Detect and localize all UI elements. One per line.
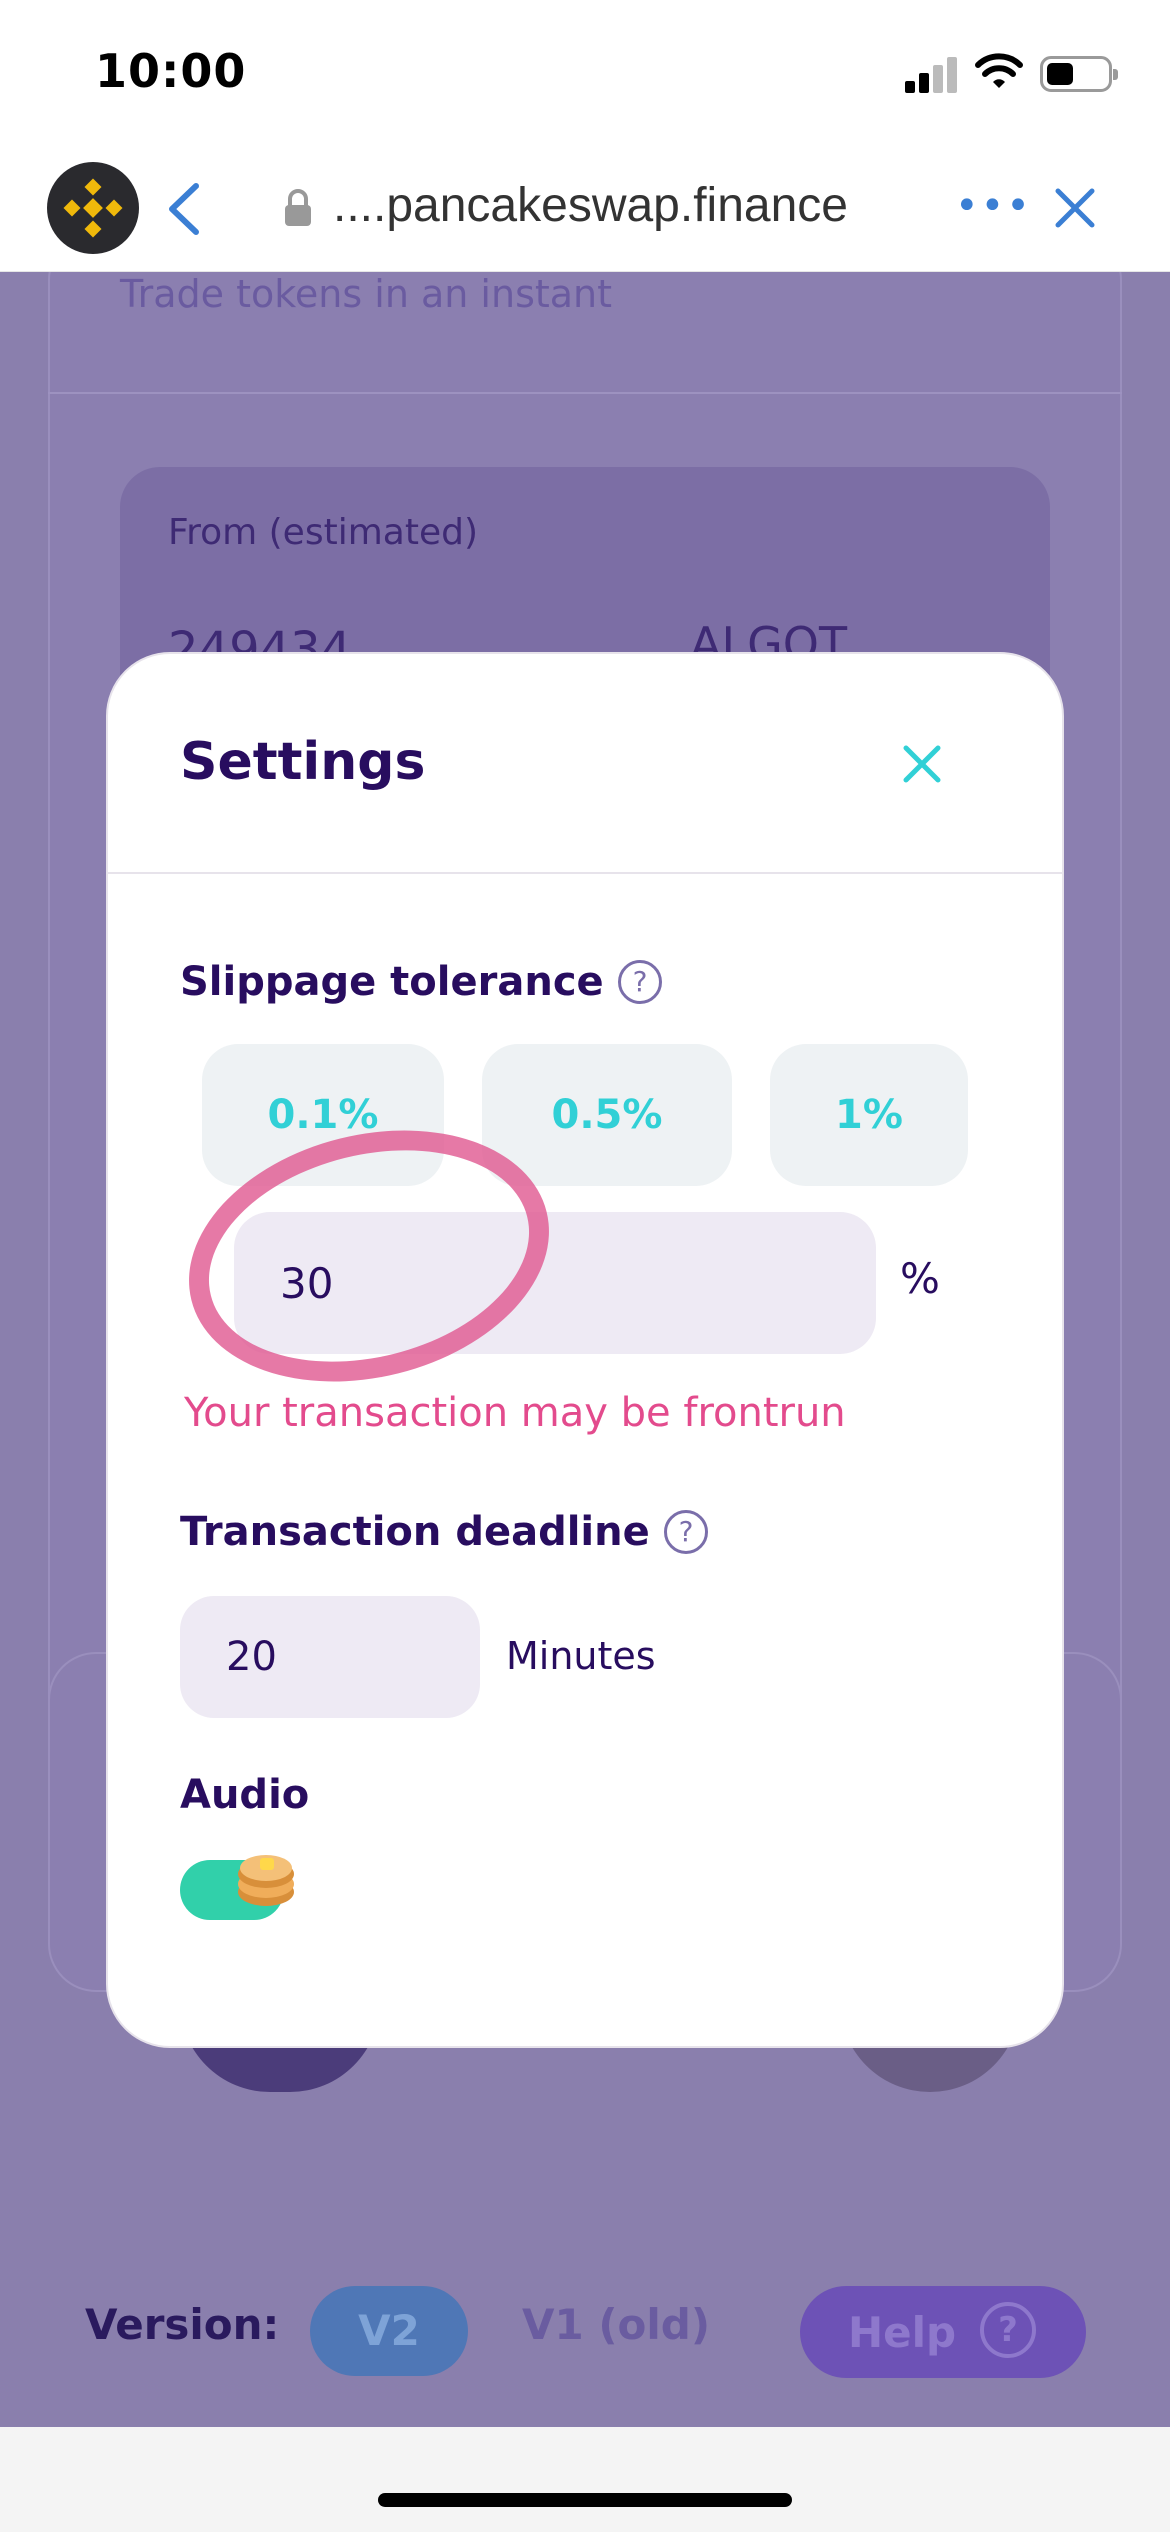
- question-icon: ?: [980, 2302, 1036, 2358]
- frontrun-warning: Your transaction may be frontrun: [184, 1390, 846, 1436]
- browser-toolbar: ....pancakeswap.finance •••: [0, 150, 1170, 272]
- deadline-input[interactable]: [180, 1596, 480, 1718]
- binance-logo-icon[interactable]: [47, 162, 139, 254]
- home-indicator[interactable]: [378, 2493, 792, 2507]
- deadline-title: Transaction deadline: [180, 1509, 650, 1555]
- back-arrow-icon[interactable]: [160, 180, 210, 238]
- status-bar: 10:00: [0, 0, 1170, 150]
- slippage-title: Slippage tolerance: [180, 959, 604, 1005]
- lock-icon: [285, 189, 311, 226]
- settings-modal: Settings Slippage tolerance ? 0.1% 0.5% …: [106, 652, 1064, 2048]
- help-label: Help: [848, 2308, 957, 2357]
- slippage-preset-0-1[interactable]: 0.1%: [202, 1044, 444, 1186]
- percent-sign: %: [900, 1254, 940, 1303]
- divider: [48, 392, 1122, 394]
- home-bar-area: [0, 2427, 1170, 2532]
- version-label: Version:: [85, 2300, 280, 2349]
- deadline-unit: Minutes: [506, 1634, 656, 1678]
- more-options-icon[interactable]: •••: [955, 186, 1030, 226]
- version-v1-button[interactable]: V1 (old): [522, 2300, 710, 2349]
- modal-title: Settings: [180, 732, 426, 792]
- pancake-knob-icon[interactable]: [230, 1842, 302, 1914]
- slippage-preset-0-5[interactable]: 0.5%: [482, 1044, 732, 1186]
- deadline-help-icon[interactable]: ?: [664, 1510, 708, 1554]
- wifi-icon: [975, 53, 1023, 88]
- close-browser-icon[interactable]: [1050, 183, 1100, 233]
- swap-subtitle: Trade tokens in an instant: [120, 272, 613, 316]
- battery-icon: [1040, 56, 1118, 92]
- url-text[interactable]: ....pancakeswap.finance: [333, 178, 848, 233]
- version-bar: Version: V2 V1 (old) Help ?: [0, 2270, 1170, 2380]
- slippage-help-icon[interactable]: ?: [618, 960, 662, 1004]
- close-icon[interactable]: [898, 740, 946, 788]
- audio-title: Audio: [180, 1772, 310, 1818]
- slippage-input[interactable]: [234, 1212, 876, 1354]
- from-label: From (estimated): [168, 512, 478, 553]
- modal-header: Settings: [108, 654, 1062, 874]
- slippage-preset-1[interactable]: 1%: [770, 1044, 968, 1186]
- help-button[interactable]: Help ?: [800, 2286, 1086, 2378]
- version-v2-button[interactable]: V2: [310, 2286, 468, 2376]
- cellular-signal-icon: [905, 55, 959, 93]
- status-time: 10:00: [95, 44, 247, 98]
